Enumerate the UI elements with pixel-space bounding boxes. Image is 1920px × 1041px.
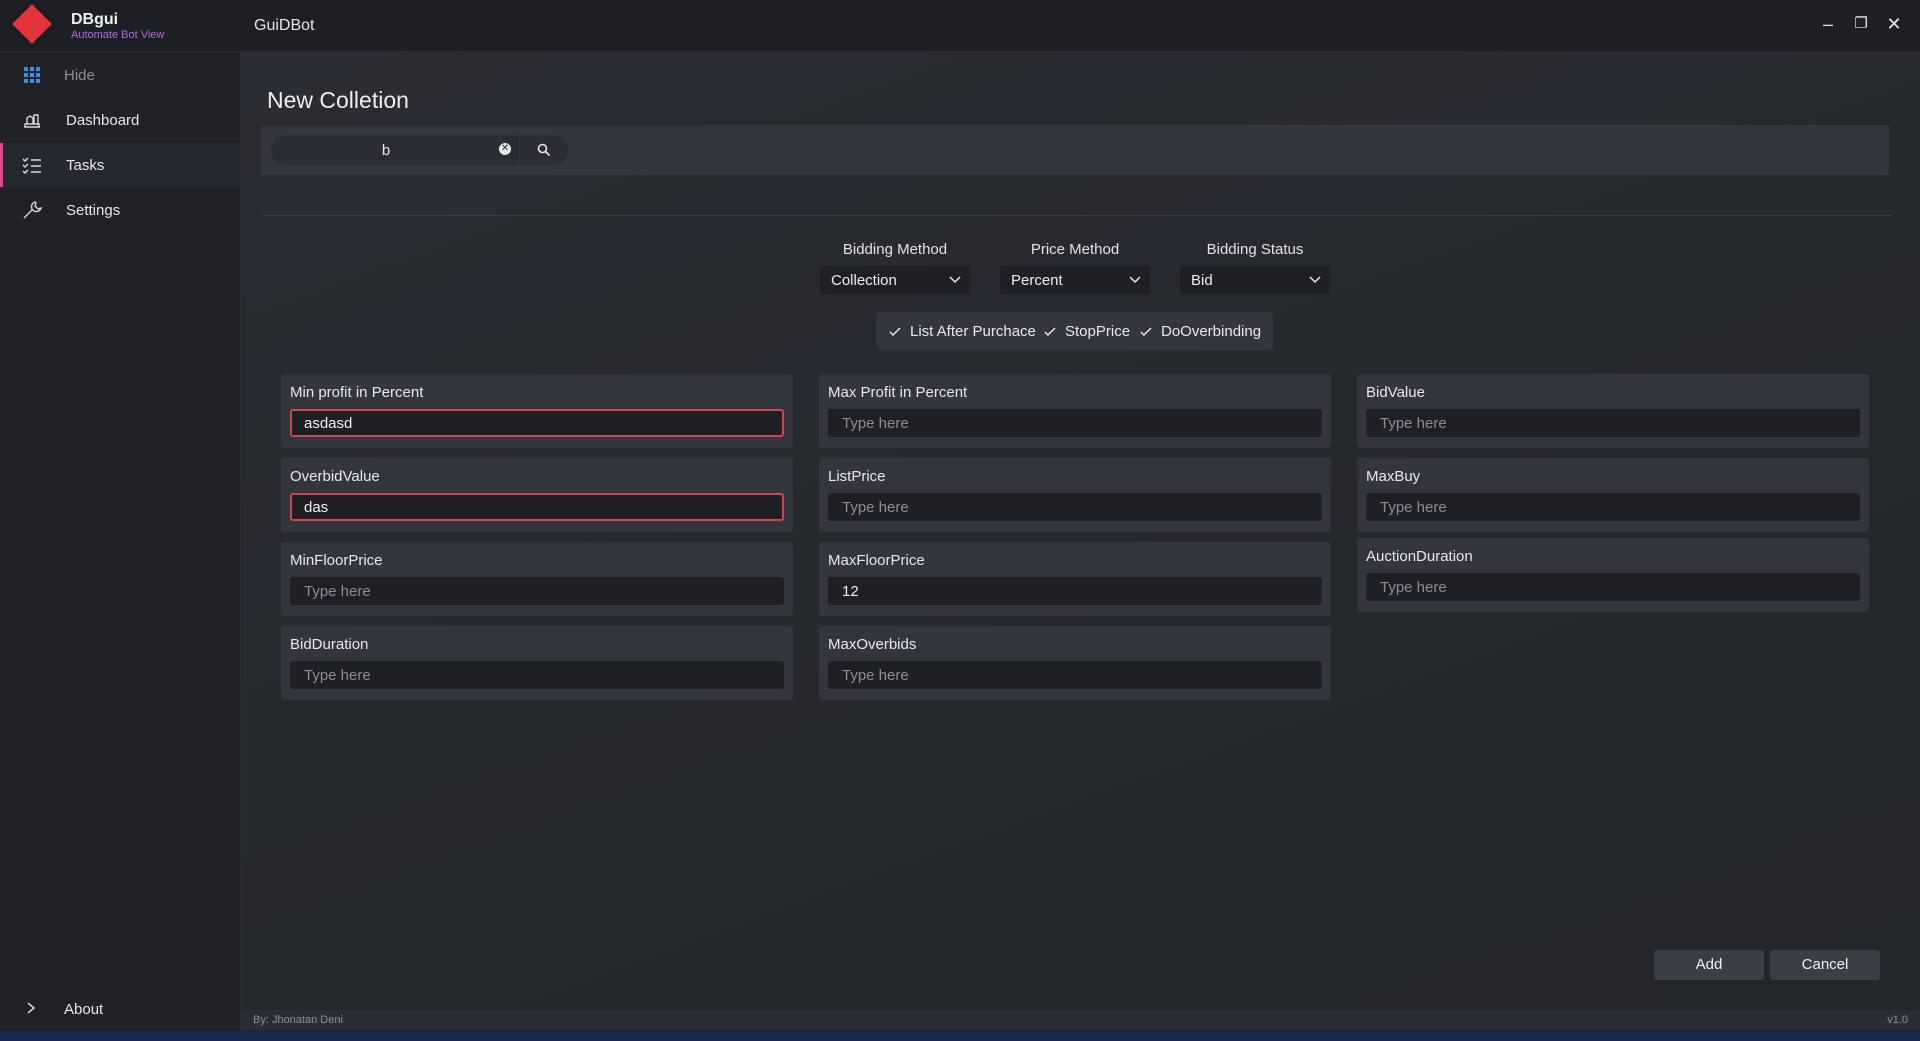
app-logo-icon [12,4,52,44]
field-label: OverbidValue [290,468,380,485]
page-title: New Colletion [267,87,409,113]
search-input[interactable]: b ✕ [271,135,519,165]
field-label: BidValue [1366,384,1425,401]
wrench-icon [23,201,43,219]
search-value: b [381,142,391,159]
field-card: MaxOverbids Type here [819,626,1331,700]
field-label: Min profit in Percent [290,384,424,401]
list-after-purchace-checkbox[interactable]: List After Purchace [888,323,1036,340]
field-card: MinFloorPrice Type here [281,542,793,616]
dropdown-value: Bid [1191,272,1213,289]
main-content: New Colletion b ✕ Bidding Method Collect… [241,52,1920,1010]
sidebar-item-label: About [64,1000,104,1018]
sidebar-item-hide[interactable]: Hide [0,53,240,97]
chevron-right-icon [27,1002,36,1014]
sidebar-item-label: Hide [64,66,95,84]
chevron-down-icon [1129,276,1141,284]
add-button[interactable]: Add [1654,950,1764,980]
sidebar-item-label: Settings [66,201,121,219]
app-subtitle: Automate Bot View [71,29,165,41]
minimize-button[interactable]: – [1817,13,1839,35]
field-label: Max Profit in Percent [828,384,968,401]
field-label: BidDuration [290,636,369,653]
overbid-value-input[interactable]: das [290,493,784,521]
dashboard-icon [24,114,40,128]
field-card: Min profit in Percent asdasd [281,374,793,448]
bidding-status-label: Bidding Status [1206,241,1304,258]
max-profit-percent-input[interactable]: Type here [828,409,1322,437]
search-panel: b ✕ [261,125,1889,175]
bid-duration-input[interactable]: Type here [290,661,784,689]
list-price-input[interactable]: Type here [828,493,1322,521]
max-buy-input[interactable]: Type here [1366,493,1860,521]
field-card: AuctionDuration Type here [1357,538,1869,612]
restore-button[interactable]: ❐ [1850,13,1872,35]
checkbox-label: DoOverbinding [1161,323,1262,340]
field-card: ListPrice Type here [819,458,1331,532]
app-name: DBgui [71,11,119,28]
field-card: MaxBuy Type here [1357,458,1869,532]
check-icon [1044,326,1056,336]
window-title: GuiDBot [254,17,315,34]
sidebar-item-settings[interactable]: Settings [0,188,240,232]
stopprice-checkbox[interactable]: StopPrice [1043,323,1130,340]
field-label: ListPrice [828,468,886,485]
check-icon [1140,326,1152,336]
price-method-label: Price Method [1030,241,1120,258]
options-checkboxes: List After Purchace StopPrice DoOverbind… [876,312,1273,350]
close-button[interactable]: ✕ [1883,13,1905,35]
field-label: MaxBuy [1366,468,1421,485]
field-card: BidDuration Type here [281,626,793,700]
auction-duration-input[interactable]: Type here [1366,573,1860,601]
footer: By: Jhonatan Deni v1.0 [241,1010,1920,1030]
footer-credit: By: Jhonatan Deni [253,1014,343,1026]
field-label: MaxOverbids [828,636,917,653]
cancel-button[interactable]: Cancel [1770,950,1880,980]
max-floor-price-input[interactable]: 12 [828,577,1322,605]
checkbox-label: List After Purchace [910,323,1036,340]
field-label: MaxFloorPrice [828,552,925,569]
search-button[interactable] [520,135,568,165]
min-floor-price-input[interactable]: Type here [290,577,784,605]
sidebar: Hide Dashboard Tasks Settings About [0,52,241,1041]
bidding-method-label: Bidding Method [842,241,948,258]
check-icon [889,326,901,336]
bidding-status-select[interactable]: Bid [1180,266,1330,294]
bidding-method-select[interactable]: Collection [820,266,970,294]
title-bar: DBgui Automate Bot View GuiDBot – ❐ ✕ [0,0,1920,52]
checkbox-label: StopPrice [1065,323,1131,340]
dooverbinding-checkbox[interactable]: DoOverbinding [1139,323,1261,340]
field-card: OverbidValue das [281,458,793,532]
sidebar-item-about[interactable]: About [0,987,240,1031]
grid-icon [24,67,40,83]
field-card: Max Profit in Percent Type here [819,374,1331,448]
field-card: BidValue Type here [1357,374,1869,448]
version-label: v1.0 [1887,1014,1908,1026]
clear-icon[interactable]: ✕ [499,143,511,155]
chevron-down-icon [949,276,961,284]
dropdown-value: Percent [1011,272,1063,289]
divider [261,215,1891,216]
field-label: MinFloorPrice [290,552,383,569]
field-card: MaxFloorPrice 12 [819,542,1331,616]
sidebar-item-label: Dashboard [66,111,140,129]
chevron-down-icon [1309,276,1321,284]
field-label: AuctionDuration [1366,548,1473,565]
taskbar [0,1031,1920,1041]
sidebar-item-tasks[interactable]: Tasks [0,143,240,187]
tasks-icon [22,157,41,175]
sidebar-item-dashboard[interactable]: Dashboard [0,98,240,142]
bid-value-input[interactable]: Type here [1366,409,1860,437]
max-overbids-input[interactable]: Type here [828,661,1322,689]
sidebar-item-label: Tasks [66,156,105,174]
dropdown-value: Collection [831,272,897,289]
min-profit-percent-input[interactable]: asdasd [290,409,784,437]
price-method-select[interactable]: Percent [1000,266,1150,294]
search-icon [537,143,551,157]
